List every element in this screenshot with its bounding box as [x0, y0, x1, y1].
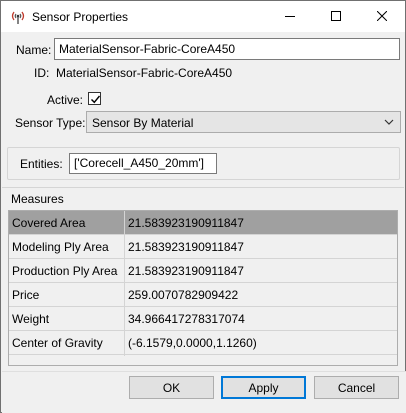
measure-value: 34.966417278317074 — [128, 312, 245, 326]
table-row[interactable]: Center of Gravity (-6.1579,0.0000,1.1260… — [9, 331, 397, 355]
ok-button[interactable]: OK — [129, 376, 214, 399]
active-checkbox[interactable] — [88, 92, 101, 105]
table-row[interactable]: Production Ply Area 21.583923190911847 — [9, 259, 397, 283]
active-label: Active: — [47, 93, 84, 107]
sensor-type-select[interactable]: Sensor By Material — [86, 111, 401, 133]
measure-value: 259.0070782909422 — [128, 288, 239, 302]
measure-name: Modeling Ply Area — [12, 240, 109, 254]
cancel-button[interactable]: Cancel — [314, 376, 399, 399]
measure-name: Center of Gravity — [12, 336, 103, 350]
minimize-button[interactable] — [267, 1, 313, 32]
chevron-down-icon — [384, 119, 394, 125]
divider — [2, 187, 404, 188]
measures-table[interactable]: Covered Area 21.583923190911847 Modeling… — [8, 210, 398, 366]
title-bar[interactable]: Sensor Properties — [1, 1, 405, 32]
table-row[interactable]: Weight 34.966417278317074 — [9, 307, 397, 331]
table-row[interactable]: Price 259.0070782909422 — [9, 283, 397, 307]
measure-name: Weight — [12, 312, 50, 326]
id-value: MaterialSensor-Fabric-CoreA450 — [56, 66, 233, 80]
sensor-type-label: Sensor Type: — [15, 116, 86, 130]
measure-value: 21.583923190911847 — [128, 216, 244, 230]
measures-title: Measures — [11, 192, 64, 206]
maximize-button[interactable] — [313, 1, 359, 32]
measure-name: Covered Area — [12, 216, 86, 230]
measure-value: 21.583923190911847 — [128, 264, 244, 278]
measure-value: (-6.1579,0.0000,1.1260) — [128, 336, 257, 350]
column-divider — [124, 211, 125, 356]
close-button[interactable] — [359, 1, 405, 32]
id-label: ID: — [34, 66, 50, 80]
entities-label: Entities: — [20, 157, 63, 171]
sensor-properties-dialog: Sensor Properties Name: MaterialSensor-F… — [0, 0, 406, 413]
apply-button[interactable]: Apply — [221, 376, 306, 399]
measure-value: 21.583923190911847 — [128, 240, 244, 254]
table-row[interactable]: Covered Area 21.583923190911847 — [9, 211, 397, 235]
entities-group: Entities: ['Corecell_A450_20mm'] — [7, 147, 400, 180]
measure-name: Production Ply Area — [12, 264, 118, 278]
name-input[interactable]: MaterialSensor-Fabric-CoreA450 — [54, 38, 400, 60]
sensor-type-value: Sensor By Material — [92, 116, 194, 130]
checkmark-icon — [91, 95, 101, 104]
measure-name: Price — [12, 288, 40, 302]
sensor-app-icon — [10, 9, 26, 25]
window-title: Sensor Properties — [32, 10, 129, 24]
entities-input[interactable]: ['Corecell_A450_20mm'] — [69, 153, 217, 174]
name-label: Name: — [16, 43, 52, 57]
table-row[interactable]: Modeling Ply Area 21.583923190911847 — [9, 235, 397, 259]
close-icon — [377, 11, 387, 21]
